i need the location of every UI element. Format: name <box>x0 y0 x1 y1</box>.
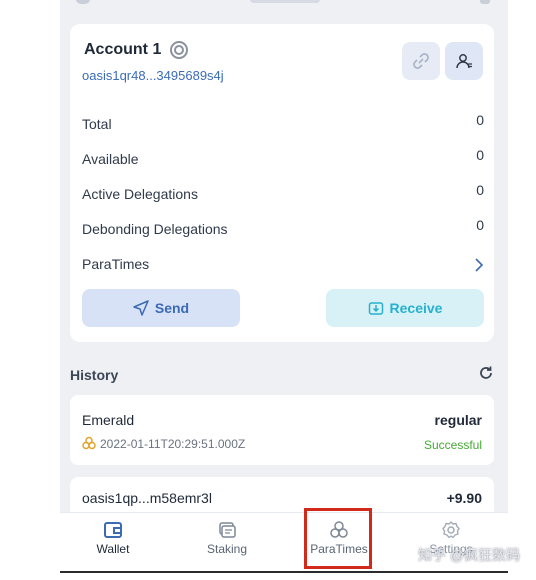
balance-label: Available <box>82 151 139 167</box>
balance-row-available: Available 0 <box>82 147 484 171</box>
balance-label: Debonding Delegations <box>82 221 228 237</box>
link-icon <box>413 53 429 69</box>
refresh-icon[interactable] <box>478 365 494 381</box>
top-bar <box>60 0 508 14</box>
oasis-logo-icon <box>170 41 188 59</box>
balance-row-active-delegations: Active Delegations 0 <box>82 182 484 206</box>
history-item-type: regular <box>434 412 482 428</box>
top-left-icon[interactable] <box>76 0 90 4</box>
balance-label: Total <box>82 116 112 132</box>
history-item-name: Emerald <box>82 412 135 428</box>
paratimes-row[interactable]: ParaTimes <box>82 256 484 276</box>
receive-button[interactable]: Receive <box>326 289 484 327</box>
staking-icon <box>219 522 236 538</box>
history-item[interactable]: Emerald regular 2022-01-11T20:29:51.000Z… <box>70 395 494 465</box>
tab-wallet[interactable]: Wallet <box>68 513 158 572</box>
balance-row-debonding-delegations: Debonding Delegations 0 <box>82 217 484 241</box>
send-button[interactable]: Send <box>82 289 240 327</box>
network-pill[interactable] <box>250 0 320 3</box>
balance-row-total: Total 0 <box>82 112 484 136</box>
account-card: Account 1 oasis1qr48...3495689s4j Total … <box>70 24 494 342</box>
history-item-address: oasis1qp...m58emr3l <box>82 490 212 506</box>
tab-label: Wallet <box>96 542 130 556</box>
top-right-icon[interactable] <box>480 0 490 4</box>
tab-staking[interactable]: Staking <box>182 513 272 572</box>
balance-value: 0 <box>476 182 484 198</box>
account-name: Account 1 <box>84 41 162 58</box>
paratimes-label: ParaTimes <box>82 256 150 272</box>
history-title: History <box>70 367 119 383</box>
history-item-amount: +9.90 <box>446 490 482 506</box>
send-icon <box>133 300 149 316</box>
balance-value: 0 <box>476 147 484 163</box>
tab-label: Staking <box>206 542 248 556</box>
manage-accounts-button[interactable] <box>445 42 483 80</box>
paratimes-highlight-box <box>304 508 372 569</box>
history-item-status: Successful <box>423 438 482 452</box>
balance-label: Active Delegations <box>82 186 198 202</box>
gear-icon <box>442 521 460 539</box>
bottom-divider <box>60 571 508 573</box>
balance-value: 0 <box>476 217 484 233</box>
chevron-right-icon <box>475 258 484 272</box>
history-item-timestamp: 2022-01-11T20:29:51.000Z <box>100 437 246 451</box>
wallet-frame: Account 1 oasis1qr48...3495689s4j Total … <box>60 0 508 572</box>
paratime-icon <box>82 436 96 450</box>
wallet-icon <box>104 522 122 538</box>
receive-label: Receive <box>389 300 443 316</box>
account-address[interactable]: oasis1qr48...3495689s4j <box>82 68 224 83</box>
send-label: Send <box>154 300 190 316</box>
receive-icon <box>368 302 383 315</box>
copy-link-button[interactable] <box>402 42 440 80</box>
balance-value: 0 <box>476 112 484 128</box>
watermark: 知乎 @疯狂数码 <box>418 547 521 563</box>
user-icon <box>456 54 472 69</box>
